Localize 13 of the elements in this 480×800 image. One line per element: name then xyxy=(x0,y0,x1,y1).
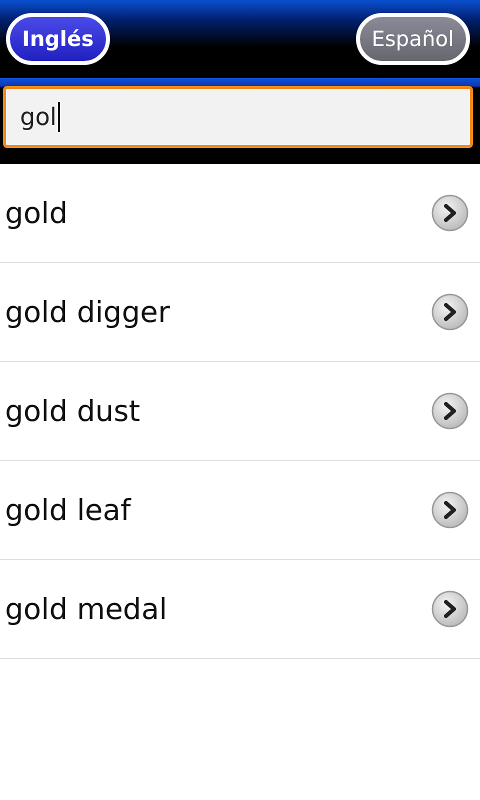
chevron-right-icon xyxy=(431,392,469,430)
result-item[interactable]: gold xyxy=(0,164,480,263)
result-item[interactable]: gold medal xyxy=(0,560,480,659)
result-item[interactable]: gold digger xyxy=(0,263,480,362)
result-item[interactable]: gold dust xyxy=(0,362,480,461)
search-field[interactable]: gol xyxy=(3,86,473,148)
result-item[interactable]: gold leaf xyxy=(0,461,480,560)
language-toggle[interactable]: Español xyxy=(356,13,470,65)
chevron-right-icon xyxy=(431,293,469,331)
chevron-right-icon xyxy=(431,194,469,232)
chevron-right-icon xyxy=(431,491,469,529)
chevron-right-icon xyxy=(431,590,469,628)
language-toggle[interactable]: Inglés xyxy=(6,13,110,65)
